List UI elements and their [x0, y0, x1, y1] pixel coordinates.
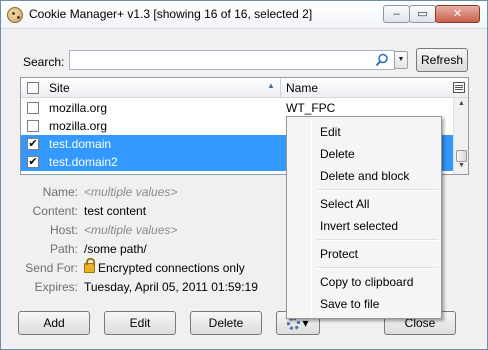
row-site: test.domain2 [49, 155, 118, 169]
row-checkbox[interactable] [27, 102, 39, 114]
sort-ascending-icon: ▲ [267, 81, 275, 90]
menu-item-copy-to-clipboard[interactable]: Copy to clipboard [290, 271, 438, 292]
edit-button[interactable]: Edit [104, 311, 176, 335]
search-label: Search: [23, 55, 65, 69]
row-name: WT_FPC [286, 101, 336, 115]
detail-value: Encrypted connections only [98, 261, 245, 275]
maximize-button[interactable]: ▭ [409, 5, 436, 23]
select-all-checkbox[interactable] [27, 82, 39, 94]
table-header: Site ▲ Name [21, 78, 468, 98]
scroll-thumb[interactable] [456, 150, 467, 162]
cookie-icon [7, 7, 23, 23]
title-bar: Cookie Manager+ v1.3 [showing 16 of 16, … [1, 1, 487, 29]
search-input[interactable] [69, 50, 395, 70]
detail-label: Send For: [25, 261, 78, 275]
minimize-button[interactable]: – [383, 5, 410, 23]
menu-item-protect[interactable]: Protect [290, 243, 438, 264]
detail-label: Host: [49, 223, 78, 237]
search-options-dropdown[interactable]: ▼ [394, 51, 408, 69]
scroll-down-icon[interactable]: ▼ [456, 162, 467, 172]
detail-value-wrap[interactable]: Encrypted connections only [84, 258, 245, 275]
close-window-button[interactable]: ✕ [435, 5, 480, 23]
magnifier-icon[interactable] [375, 53, 389, 67]
detail-label: Expires: [34, 280, 78, 294]
context-menu: Edit Delete Delete and block Select All … [286, 116, 442, 319]
gear-icon [287, 317, 301, 331]
detail-value[interactable]: test content [84, 204, 146, 218]
detail-value[interactable]: /some path/ [84, 242, 147, 256]
menu-separator [317, 189, 438, 191]
detail-value: <multiple values> [84, 223, 178, 237]
detail-label: Content: [32, 204, 78, 218]
column-header-site[interactable]: Site [49, 81, 70, 95]
detail-label: Path: [49, 242, 78, 256]
menu-item-delete-and-block[interactable]: Delete and block [290, 165, 438, 186]
detail-value[interactable]: Tuesday, April 05, 2011 01:59:19 [84, 280, 258, 294]
column-picker-icon[interactable] [453, 82, 465, 93]
cookie-manager-window: Cookie Manager+ v1.3 [showing 16 of 16, … [0, 0, 488, 350]
row-site: mozilla.org [49, 119, 108, 133]
table-scrollbar[interactable]: ▲ ▼ [453, 98, 468, 174]
row-checkbox[interactable]: ✔ [27, 156, 39, 168]
menu-item-edit[interactable]: Edit [290, 121, 438, 142]
row-checkbox[interactable]: ✔ [27, 138, 39, 150]
window-title: Cookie Manager+ v1.3 [showing 16 of 16, … [29, 7, 313, 21]
refresh-button[interactable]: Refresh [416, 48, 468, 72]
scroll-up-icon[interactable]: ▲ [456, 100, 467, 110]
menu-item-delete[interactable]: Delete [290, 143, 438, 164]
column-header-name[interactable]: Name [286, 81, 318, 95]
menu-item-select-all[interactable]: Select All [290, 193, 438, 214]
row-site: mozilla.org [49, 101, 108, 115]
detail-value: <multiple values> [84, 185, 178, 199]
table-row[interactable]: mozilla.org WT_FPC [21, 99, 453, 117]
add-button[interactable]: Add [18, 311, 90, 335]
menu-item-invert-selected[interactable]: Invert selected [290, 215, 438, 236]
menu-separator [317, 239, 438, 241]
row-checkbox[interactable] [27, 120, 39, 132]
column-divider[interactable] [280, 78, 281, 98]
delete-button[interactable]: Delete [190, 311, 262, 335]
menu-separator [317, 267, 438, 269]
lock-icon [84, 258, 95, 273]
menu-item-save-to-file[interactable]: Save to file [290, 293, 438, 314]
row-site: test.domain [49, 137, 112, 151]
detail-label: Name: [42, 185, 78, 199]
